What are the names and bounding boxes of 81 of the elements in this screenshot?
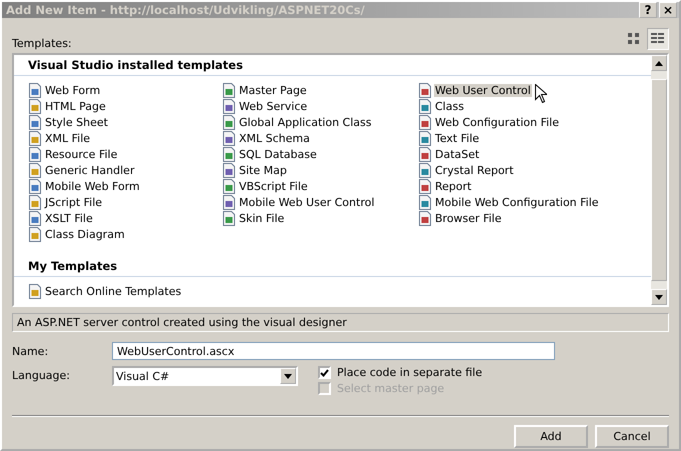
file-icon	[28, 146, 42, 162]
large-icons-icon	[628, 33, 640, 45]
down-arrow-icon	[655, 294, 663, 300]
template-item[interactable]: Web User Control	[434, 84, 532, 96]
dropdown-arrow-icon	[284, 374, 292, 378]
template-item[interactable]: VBScript File	[238, 180, 309, 192]
group-heading: Visual Studio installed templates	[14, 57, 651, 76]
file-icon	[418, 82, 432, 98]
language-dropdown[interactable]: Visual C#	[112, 366, 298, 386]
name-label: Name:	[12, 344, 50, 358]
file-icon	[222, 130, 236, 146]
template-item[interactable]: Resource File	[44, 148, 118, 160]
small-icons-button[interactable]	[647, 28, 669, 50]
template-item[interactable]: XML Schema	[238, 132, 311, 144]
template-item[interactable]: Report	[434, 180, 472, 192]
template-item[interactable]: Global Application Class	[238, 116, 372, 128]
file-icon	[222, 194, 236, 210]
template-item[interactable]: SQL Database	[238, 148, 318, 160]
file-icon	[28, 210, 42, 226]
checkmark-icon	[320, 368, 329, 376]
file-icon	[418, 146, 432, 162]
file-icon	[28, 82, 42, 98]
name-field[interactable]: WebUserControl.ascx	[112, 342, 555, 360]
template-item[interactable]: Browser File	[434, 212, 502, 224]
template-item[interactable]: Master Page	[238, 84, 308, 96]
template-item[interactable]: Mobile Web User Control	[238, 196, 376, 208]
file-icon	[418, 194, 432, 210]
add-button[interactable]: Add	[514, 425, 588, 448]
file-icon	[418, 114, 432, 130]
file-icon	[222, 146, 236, 162]
template-item[interactable]: Search Online Templates	[44, 284, 182, 298]
window-title: Add New Item - http://localhost/Udvikling/ASPNET20Cs/	[6, 3, 366, 17]
template-item[interactable]: Mobile Web Form	[44, 180, 141, 192]
template-item[interactable]: Class Diagram	[44, 228, 126, 240]
template-item[interactable]: DataSet	[434, 148, 480, 160]
language-label: Language:	[12, 369, 71, 382]
mouse-pointer-icon	[534, 84, 547, 102]
small-icons-icon	[651, 33, 665, 45]
file-icon	[418, 210, 432, 226]
file-icon	[28, 98, 42, 114]
up-arrow-icon	[655, 60, 663, 66]
scrollbar[interactable]	[651, 55, 667, 305]
file-icon	[418, 178, 432, 194]
template-item[interactable]: Skin File	[238, 212, 286, 224]
file-icon	[222, 82, 236, 98]
template-item[interactable]: Web Service	[238, 100, 308, 112]
file-icon	[418, 162, 432, 178]
template-item[interactable]: Crystal Report	[434, 164, 515, 176]
file-icon	[222, 178, 236, 194]
template-item[interactable]: Text File	[434, 132, 480, 144]
group-heading: My Templates	[14, 258, 651, 277]
file-icon	[28, 114, 42, 130]
template-item[interactable]: XML File	[44, 132, 92, 144]
file-icon	[28, 194, 42, 210]
template-item[interactable]: XSLT File	[44, 212, 94, 224]
file-icon	[28, 130, 42, 146]
help-button[interactable]: ?	[639, 2, 657, 18]
file-icon	[418, 130, 432, 146]
template-item[interactable]: Generic Handler	[44, 164, 136, 176]
template-item[interactable]: Class	[434, 100, 465, 112]
file-icon	[222, 210, 236, 226]
description-bar: An ASP.NET server control created using the visual designer	[12, 313, 669, 332]
cancel-button[interactable]: Cancel	[595, 425, 669, 448]
file-icon	[28, 226, 42, 242]
template-item[interactable]: Web Configuration File	[434, 116, 560, 128]
template-item[interactable]: HTML Page	[44, 100, 107, 112]
template-item[interactable]: Site Map	[238, 164, 288, 176]
file-icon	[28, 162, 42, 178]
template-item[interactable]: Web Form	[44, 84, 102, 96]
close-button[interactable]: ×	[659, 2, 677, 18]
file-icon	[222, 98, 236, 114]
template-item[interactable]: JScript File	[44, 196, 104, 208]
template-item[interactable]: Mobile Web Configuration File	[434, 196, 600, 208]
file-icon	[222, 114, 236, 130]
file-icon	[418, 98, 432, 114]
checkbox-option[interactable]: Place code in separate file	[318, 366, 482, 379]
templates-label: Templates:	[12, 37, 73, 50]
template-item[interactable]: Style Sheet	[44, 116, 109, 128]
file-icon	[28, 284, 42, 298]
file-icon	[28, 178, 42, 194]
file-icon	[222, 162, 236, 178]
